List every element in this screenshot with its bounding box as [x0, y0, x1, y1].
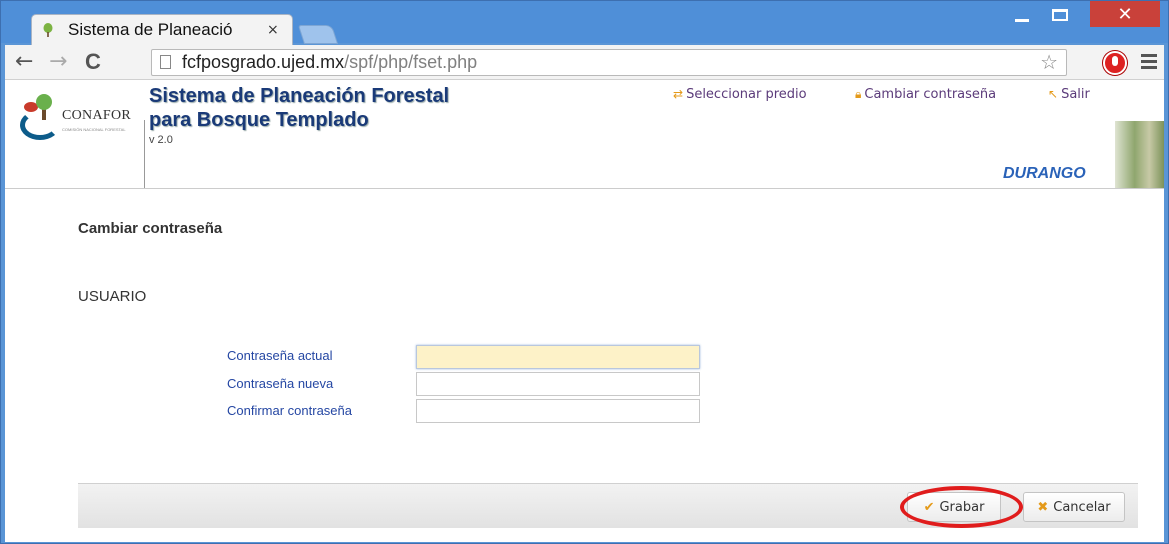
cross-icon: ✖	[1037, 499, 1049, 515]
logo-tree-icon	[36, 94, 52, 110]
browser-toolbar: ← → C fcfposgrado.ujed.mx/spf/php/fset.p…	[5, 45, 1164, 80]
url-path: /spf/php/fset.php	[344, 52, 478, 72]
minimize-button[interactable]	[1004, 1, 1040, 28]
system-title-line1: Sistema de Planeación Forestal	[149, 85, 450, 107]
current-password-label: Contraseña actual	[227, 348, 333, 363]
page-icon	[160, 55, 171, 69]
link-seleccionar-predio[interactable]: ⇄ Seleccionar predio	[673, 87, 807, 102]
browser-tab[interactable]: Sistema de Planeació ×	[31, 14, 293, 45]
link-label: Seleccionar predio	[686, 87, 807, 102]
tab-title: Sistema de Planeació	[68, 20, 233, 39]
link-label: Salir	[1061, 87, 1090, 102]
app-header: CONAFOR COMISIÓN NACIONAL FORESTAL Siste…	[5, 80, 1164, 188]
menu-icon[interactable]	[1141, 54, 1157, 72]
forward-arrow-icon[interactable]: →	[49, 49, 67, 74]
url-host: fcfposgrado.ujed.mx	[182, 52, 345, 72]
confirm-password-label: Confirmar contraseña	[227, 403, 352, 418]
logo-text: CONAFOR	[62, 108, 132, 123]
link-label: Cambiar contraseña	[864, 87, 997, 102]
system-title-line2: para Bosque Templado	[149, 109, 369, 131]
adblock-stop-icon[interactable]	[1103, 51, 1127, 75]
user-label: USUARIO	[78, 288, 147, 305]
exit-arrow-icon: ↖	[1048, 87, 1059, 101]
save-button-label: Grabar	[939, 499, 985, 515]
save-button[interactable]: ✔ Grabar	[907, 492, 1001, 522]
form-actions-bar: ✔ Grabar ✖ Cancelar	[78, 483, 1138, 528]
maximize-icon	[1052, 8, 1068, 21]
system-title: Sistema de Planeación Forestal para Bosq…	[149, 84, 449, 132]
close-window-button[interactable]: ✕	[1090, 1, 1160, 27]
url-text: fcfposgrado.ujed.mx/spf/php/fset.php	[182, 52, 477, 73]
checkmark-icon: ✔	[923, 499, 935, 515]
lock-icon: 🔒︎	[855, 87, 862, 101]
logo-subtext: COMISIÓN NACIONAL FORESTAL	[62, 127, 126, 132]
swap-icon: ⇄	[673, 87, 684, 101]
new-password-label: Contraseña nueva	[227, 376, 334, 391]
browser-window: ✕ Sistema de Planeació × ← → C fcfposgra…	[0, 0, 1169, 544]
state-label: DURANGO	[1003, 165, 1086, 182]
maximize-button[interactable]	[1042, 1, 1078, 28]
conafor-logo: CONAFOR COMISIÓN NACIONAL FORESTAL	[18, 92, 136, 142]
link-cambiar-contrasena[interactable]: 🔒︎ Cambiar contraseña	[855, 87, 996, 102]
forest-image	[1115, 121, 1164, 188]
cancel-button-label: Cancelar	[1053, 499, 1111, 515]
leaf-favicon-icon	[43, 23, 53, 37]
minimize-icon	[1015, 19, 1029, 22]
logo-arc-icon	[20, 110, 60, 140]
reload-icon[interactable]: C	[85, 49, 101, 75]
new-tab-button[interactable]	[297, 25, 339, 44]
link-salir[interactable]: ↖ Salir	[1048, 87, 1090, 102]
version-label: v 2.0	[149, 134, 173, 146]
address-bar[interactable]: fcfposgrado.ujed.mx/spf/php/fset.php ☆	[151, 49, 1067, 76]
bookmark-star-icon[interactable]: ☆	[1040, 50, 1058, 74]
title-bar: ✕ Sistema de Planeació ×	[1, 1, 1168, 45]
confirm-password-input[interactable]	[416, 399, 700, 423]
back-arrow-icon[interactable]: ←	[15, 49, 33, 74]
close-icon: ✕	[1117, 3, 1133, 25]
page-content: CONAFOR COMISIÓN NACIONAL FORESTAL Siste…	[5, 80, 1164, 542]
new-password-input[interactable]	[416, 372, 700, 396]
form-title: Cambiar contraseña	[78, 220, 223, 237]
header-divider	[144, 120, 145, 188]
header-separator	[5, 188, 1164, 189]
cancel-button[interactable]: ✖ Cancelar	[1023, 492, 1125, 522]
current-password-input[interactable]	[416, 345, 700, 369]
tab-close-icon[interactable]: ×	[267, 22, 279, 38]
